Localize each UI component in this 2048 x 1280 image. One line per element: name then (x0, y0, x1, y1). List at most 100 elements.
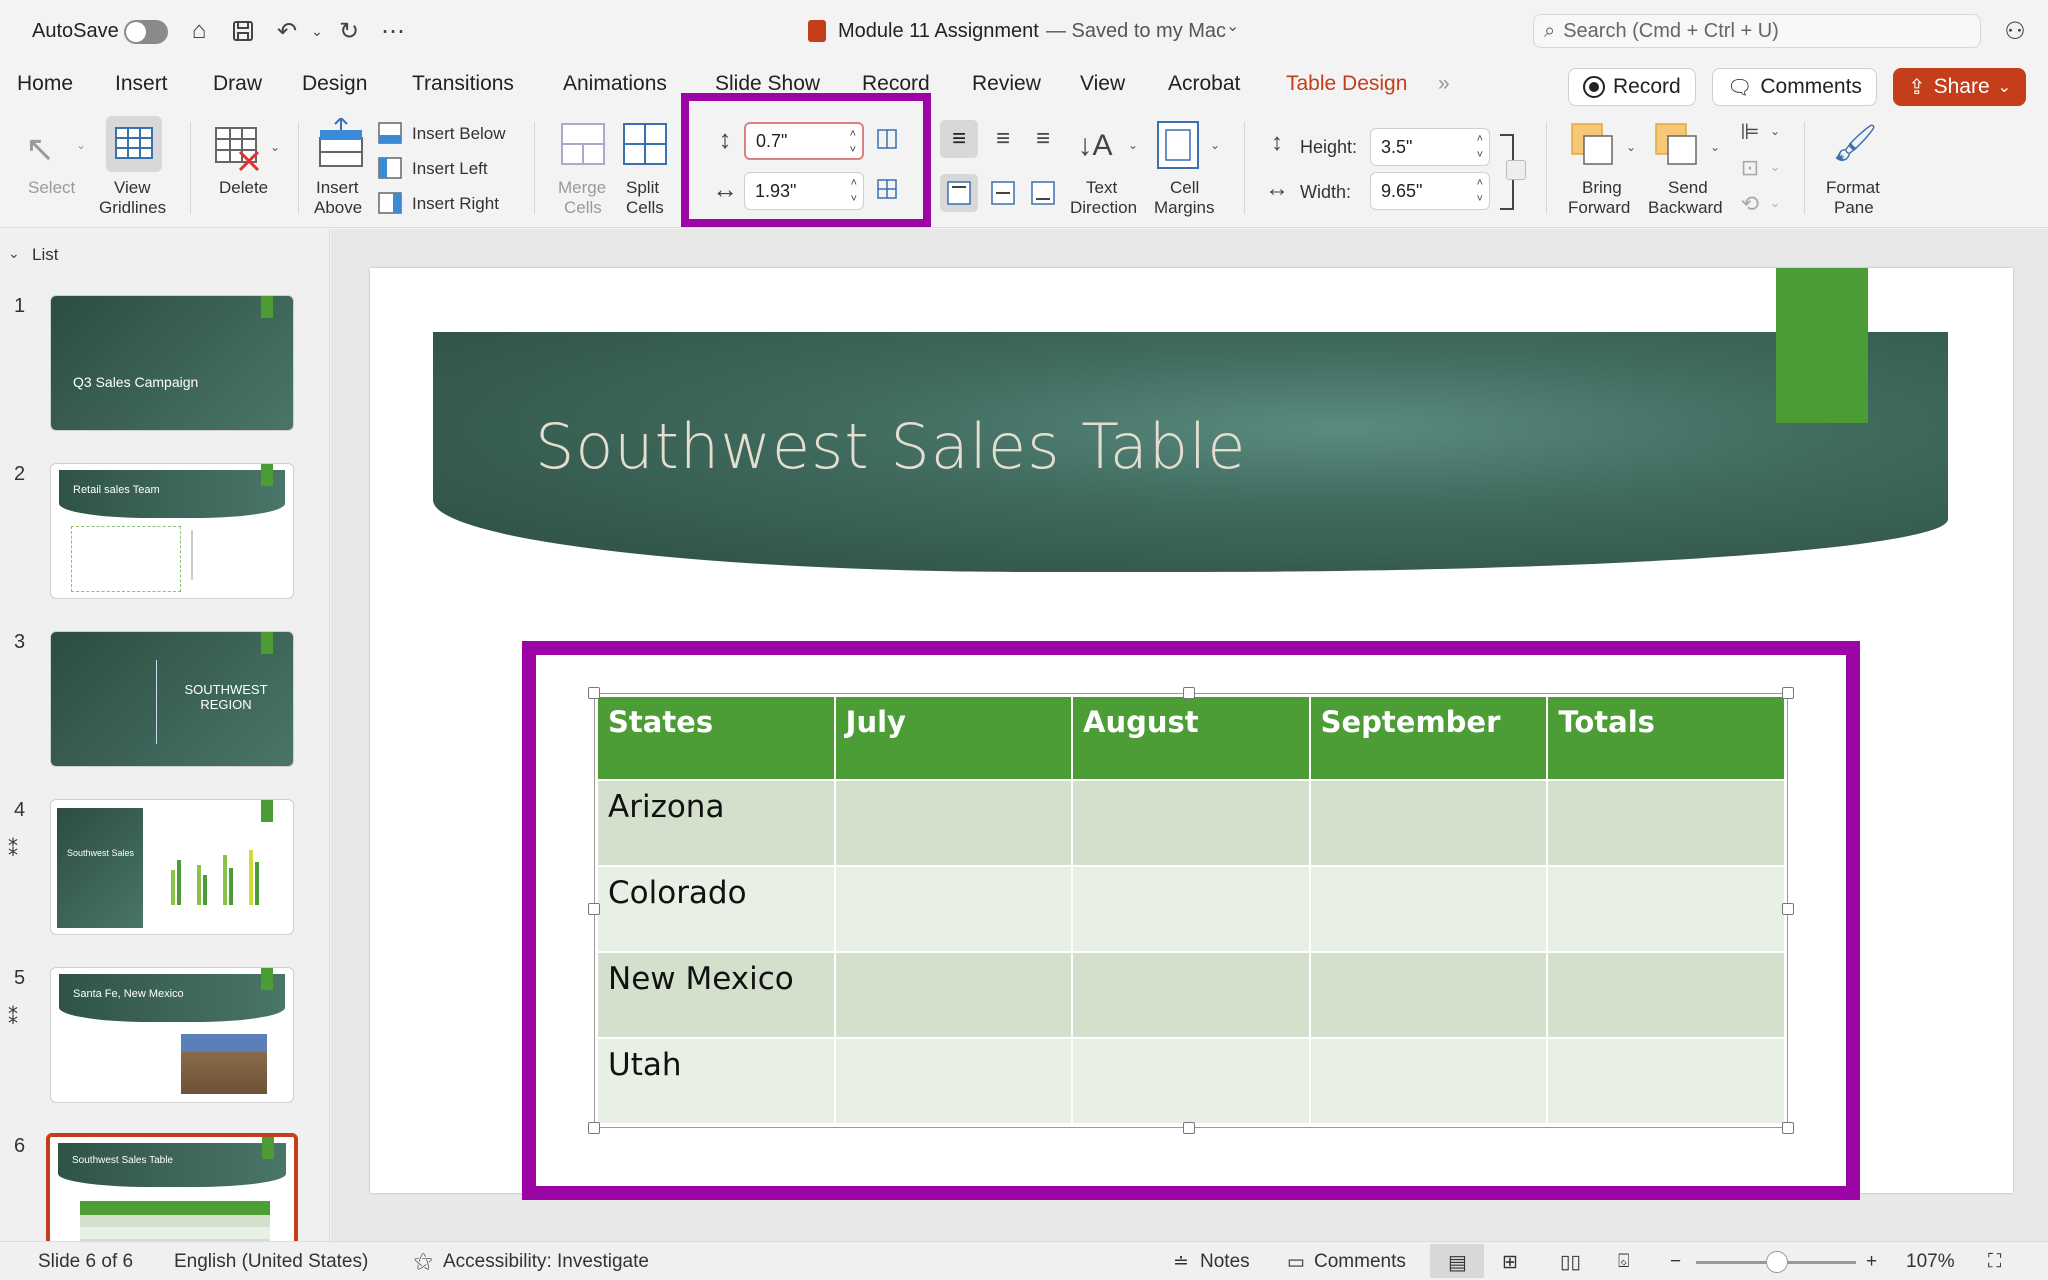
record-button[interactable]: Record (1568, 68, 1696, 106)
slide-thumbnail-3[interactable]: SOUTHWEST REGION (50, 631, 294, 767)
normal-view-icon[interactable]: ▤ (1430, 1244, 1484, 1278)
zoom-slider-thumb[interactable] (1766, 1251, 1788, 1273)
autosave-toggle[interactable] (124, 20, 168, 44)
redo-icon[interactable]: ↻ (334, 16, 364, 46)
notes-icon[interactable]: ≐ (1173, 1251, 1189, 1274)
accessibility-icon[interactable]: ⚝ (414, 1251, 432, 1273)
align-middle-icon[interactable] (984, 174, 1022, 212)
table-cell[interactable] (1071, 951, 1311, 1039)
table-cell[interactable]: Colorado (596, 865, 836, 953)
header-cell[interactable]: July (833, 695, 1074, 781)
table-width-stepper[interactable]: 9.65" ˄ ˅ (1370, 172, 1490, 210)
insert-below-label[interactable]: Insert Below (412, 124, 506, 144)
table-cell[interactable]: New Mexico (596, 951, 836, 1039)
share-button[interactable]: ⇪ Share ⌄ (1893, 68, 2027, 106)
table-cell[interactable] (1308, 779, 1549, 867)
select-label[interactable]: Select (28, 178, 75, 198)
resize-handle[interactable] (1782, 687, 1794, 699)
table-cell[interactable] (1546, 779, 1786, 867)
comments-button[interactable]: 🗨 Comments (1712, 68, 1877, 106)
insert-above-icon[interactable] (316, 116, 366, 175)
insert-below-icon[interactable] (376, 120, 404, 146)
table-cell[interactable] (1546, 1037, 1786, 1125)
chevron-down-icon[interactable]: ⌄ (1770, 124, 1780, 138)
more-tabs-icon[interactable]: » (1438, 72, 1450, 96)
tab-insert[interactable]: Insert (115, 72, 168, 96)
zoom-out-icon[interactable]: − (1670, 1251, 1681, 1273)
tab-design[interactable]: Design (302, 72, 367, 96)
align-center-icon[interactable]: ≡ (984, 120, 1022, 158)
fit-slide-icon[interactable]: ⛶ (1988, 1251, 2001, 1273)
resize-handle[interactable] (1782, 903, 1794, 915)
tab-view[interactable]: View (1080, 72, 1125, 96)
chevron-down-icon[interactable]: ⌄ (270, 140, 280, 154)
cell-margins-icon[interactable] (1156, 120, 1200, 175)
slide-thumbnail-2[interactable]: Retail sales Team (50, 463, 294, 599)
resize-handle[interactable] (1183, 1122, 1195, 1134)
table-cell[interactable] (833, 779, 1074, 867)
accessibility-status[interactable]: Accessibility: Investigate (443, 1251, 649, 1273)
chevron-down-icon[interactable]: ⌄ (8, 245, 20, 262)
saved-status[interactable]: — Saved to my Mac (1046, 20, 1226, 43)
table-cell[interactable]: Arizona (596, 779, 836, 867)
insert-left-icon[interactable] (376, 155, 404, 181)
slide-title[interactable]: Southwest Sales Table (535, 410, 1246, 483)
tab-draw[interactable]: Draw (213, 72, 262, 96)
send-backward-icon[interactable] (1654, 122, 1698, 171)
insert-right-label[interactable]: Insert Right (412, 194, 499, 214)
stepper-arrows-icon[interactable]: ˄ ˅ (1477, 175, 1483, 207)
home-icon[interactable]: ⌂ (184, 16, 214, 46)
chevron-down-icon[interactable]: ⌄ (76, 138, 86, 152)
merge-cells-icon[interactable] (560, 120, 606, 173)
table-height-stepper[interactable]: 3.5" ˄ ˅ (1370, 128, 1490, 166)
view-gridlines-button[interactable] (106, 116, 162, 172)
header-cell[interactable]: States (596, 695, 836, 781)
chevron-down-icon[interactable]: ⌄ (1128, 138, 1138, 152)
more-icon[interactable]: ⋯ (378, 16, 408, 46)
language[interactable]: English (United States) (174, 1251, 368, 1273)
align-bottom-icon[interactable] (1024, 174, 1062, 212)
zoom-in-icon[interactable]: + (1866, 1251, 1877, 1273)
delete-label[interactable]: Delete (219, 178, 268, 198)
reading-view-icon[interactable]: ▯▯ (1560, 1251, 1581, 1274)
group-objects-icon[interactable]: ⊡ (1736, 154, 1764, 182)
search-input[interactable]: ⌕ Search (Cmd + Ctrl + U) (1533, 14, 1981, 48)
select-cursor-icon[interactable]: ↖ (20, 124, 60, 174)
chevron-down-icon[interactable]: ⌄ (1210, 138, 1220, 152)
table-cell[interactable] (1071, 1037, 1311, 1125)
table-cell[interactable] (1546, 865, 1786, 953)
resize-handle[interactable] (588, 687, 600, 699)
table-cell[interactable] (833, 865, 1074, 953)
table-cell[interactable]: Utah (596, 1037, 836, 1125)
table-cell[interactable] (1308, 951, 1549, 1039)
text-direction-icon[interactable]: ↓A (1070, 118, 1120, 174)
tab-review[interactable]: Review (972, 72, 1041, 96)
tab-home[interactable]: Home (17, 72, 73, 96)
tab-table-design[interactable]: Table Design (1286, 72, 1407, 96)
slide-sorter-icon[interactable]: ⊞ (1502, 1251, 1518, 1274)
resize-handle[interactable] (588, 903, 600, 915)
align-objects-icon[interactable]: ⊫ (1736, 118, 1764, 146)
lock-aspect-checkbox[interactable] (1506, 160, 1526, 180)
tab-animations[interactable]: Animations (563, 72, 667, 96)
rotate-objects-icon[interactable]: ⟲ (1736, 190, 1764, 218)
slide-thumbnail-1[interactable]: Q3 Sales Campaign (50, 295, 294, 431)
tab-transitions[interactable]: Transitions (412, 72, 514, 96)
chevron-down-icon[interactable]: ⌄ (1626, 140, 1636, 154)
table-height-value[interactable]: 3.5" (1381, 137, 1412, 158)
table-cell[interactable] (1546, 951, 1786, 1039)
split-cells-icon[interactable] (622, 120, 668, 173)
save-icon[interactable] (228, 16, 258, 46)
comments-status-button[interactable]: Comments (1314, 1251, 1406, 1273)
slideshow-icon[interactable]: ⌺ (1618, 1251, 1629, 1273)
format-pane-brush-icon[interactable]: 🖌 (1830, 118, 1880, 168)
header-cell[interactable]: Totals (1546, 695, 1786, 781)
header-cell[interactable]: September (1308, 695, 1549, 781)
resize-handle[interactable] (588, 1122, 600, 1134)
zoom-level[interactable]: 107% (1906, 1251, 1955, 1273)
stepper-arrows-icon[interactable]: ˄ ˅ (1477, 131, 1483, 163)
table-width-value[interactable]: 9.65" (1381, 181, 1422, 202)
resize-handle[interactable] (1183, 687, 1195, 699)
slide-thumbnail-4[interactable]: Southwest Sales (50, 799, 294, 935)
tab-acrobat[interactable]: Acrobat (1168, 72, 1240, 96)
